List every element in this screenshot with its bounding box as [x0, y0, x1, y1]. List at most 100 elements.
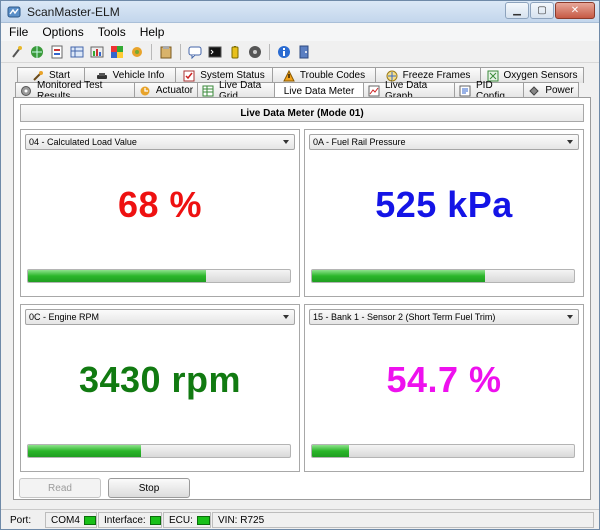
gear-icon	[21, 85, 31, 96]
disc-icon	[248, 45, 261, 58]
toolbar-terminal-button[interactable]	[205, 43, 224, 61]
meter-progress-bar	[27, 444, 291, 458]
toolbar-separator	[269, 43, 270, 60]
window-controls: ▁ ▢ ✕	[504, 2, 595, 19]
maximize-icon: ▢	[537, 5, 547, 16]
check-icon	[183, 70, 195, 81]
config-icon	[459, 85, 471, 96]
toolbar-disc-button[interactable]	[245, 43, 264, 61]
minimize-button[interactable]: ▁	[505, 2, 529, 19]
status-interface: Interface:	[98, 512, 162, 528]
info-icon	[277, 45, 290, 58]
graph-icon	[368, 85, 380, 96]
meter-load: 04 - Calculated Load Value 68 %	[20, 129, 300, 297]
pid-select-fuel-trim[interactable]: 15 - Bank 1 - Sensor 2 (Short Term Fuel …	[309, 309, 579, 325]
power-icon	[529, 85, 540, 96]
tab-live-data-graph[interactable]: Live Data Graph	[363, 80, 455, 102]
toolbar-open-button[interactable]	[47, 43, 66, 61]
tab-power[interactable]: Power	[523, 82, 579, 98]
live-data-meter-panel: Live Data Meter (Mode 01) 04 - Calculate…	[13, 97, 591, 500]
meter-engine-rpm: 0C - Engine RPM 3430 rpm	[20, 304, 300, 472]
meter-fuel-rail-pressure: 0A - Fuel Rail Pressure 525 kPa	[304, 129, 584, 297]
status-bar: Port: COM4 Interface: ECU: VIN: R725	[1, 509, 599, 529]
pid-select-load[interactable]: 04 - Calculated Load Value	[25, 134, 295, 150]
toolbar-connect-button[interactable]	[27, 43, 46, 61]
menu-options[interactable]: Options	[34, 23, 89, 41]
menu-bar: File Options Tools Help	[1, 23, 599, 41]
chevron-down-icon	[567, 140, 573, 144]
connect-icon	[30, 45, 43, 58]
pid-select-value: 0A - Fuel Rail Pressure	[313, 137, 406, 147]
toolbar-separator	[151, 43, 152, 60]
actuator-icon	[140, 86, 150, 95]
tab-live-data-grid[interactable]: Live Data Grid	[197, 80, 275, 102]
status-port-value: COM4	[51, 514, 80, 526]
toolbar-report-button[interactable]	[67, 43, 86, 61]
terminal-icon	[208, 46, 221, 57]
status-port: COM4	[45, 512, 97, 528]
toolbar-exit-button[interactable]	[294, 43, 313, 61]
menu-file[interactable]: File	[1, 23, 34, 41]
port-status-led-icon	[83, 515, 96, 525]
pid-select-value: 04 - Calculated Load Value	[29, 137, 137, 147]
meter-value: 68 %	[117, 184, 203, 225]
status-vin: VIN: R725	[212, 512, 594, 528]
exit-icon	[299, 45, 308, 58]
toolbar-new-button[interactable]	[7, 43, 26, 61]
paste-icon	[160, 45, 171, 58]
chat-icon	[188, 46, 201, 59]
meter-progress-fill	[28, 270, 207, 282]
status-port-label: Port:	[10, 514, 32, 526]
chevron-down-icon	[283, 315, 289, 319]
toolbar-battery-button[interactable]	[225, 43, 244, 61]
toolbar-info-button[interactable]	[274, 43, 293, 61]
meter-fuel-trim: 15 - Bank 1 - Sensor 2 (Short Term Fuel …	[304, 304, 584, 472]
menu-tools[interactable]: Tools	[90, 23, 132, 41]
tab-row-lower: Monitored Test Results Actuator Live Dat…	[15, 80, 579, 102]
meter-progress-bar	[311, 269, 575, 283]
tab-actuator[interactable]: Actuator	[134, 82, 198, 98]
pid-select-fuel-rail[interactable]: 0A - Fuel Rail Pressure	[309, 134, 579, 150]
tab-pid-config[interactable]: PID Config	[454, 80, 524, 102]
battery-icon	[231, 45, 238, 58]
pid-select-value: 0C - Engine RPM	[29, 312, 100, 322]
new-icon	[11, 45, 22, 58]
tab-trouble-codes[interactable]: Trouble Codes	[272, 67, 376, 83]
tab-monitored-test-results[interactable]: Monitored Test Results	[15, 80, 135, 102]
status-interface-label: Interface:	[104, 514, 146, 526]
read-button[interactable]: Read	[19, 478, 101, 498]
meter-value: 54.7 %	[386, 359, 502, 400]
close-icon: ✕	[570, 5, 580, 16]
meter-progress-bar	[27, 269, 291, 283]
meter-progress-fill	[28, 445, 141, 457]
status-vin-value: VIN: R725	[218, 514, 265, 526]
meter-progress-fill	[312, 445, 349, 457]
toolbar-chat-button[interactable]	[185, 43, 204, 61]
chevron-down-icon	[283, 140, 289, 144]
minimize-icon: ▁	[513, 5, 521, 16]
toolbar-paste-button[interactable]	[156, 43, 175, 61]
pid-select-engine-rpm[interactable]: 0C - Engine RPM	[25, 309, 295, 325]
meter-value: 3430 rpm	[78, 359, 242, 400]
toolbar-settings-button[interactable]	[127, 43, 146, 61]
tab-label: Trouble Codes	[299, 70, 366, 81]
title-bar[interactable]: ScanMaster-ELM ▁ ▢ ✕	[1, 1, 599, 23]
stop-button[interactable]: Stop	[108, 478, 190, 498]
window-title: ScanMaster-ELM	[27, 5, 120, 19]
maximize-button[interactable]: ▢	[530, 2, 554, 19]
toolbar	[1, 41, 599, 63]
pid-select-value: 15 - Bank 1 - Sensor 2 (Short Term Fuel …	[313, 312, 496, 322]
toolbar-separator	[180, 43, 181, 60]
menu-help[interactable]: Help	[132, 23, 171, 41]
tab-label: Actuator	[155, 85, 194, 96]
toolbar-print-button[interactable]	[87, 43, 106, 61]
status-ecu: ECU:	[163, 512, 211, 528]
open-icon	[51, 45, 62, 58]
tab-label: Live Data Meter	[283, 85, 355, 97]
chevron-down-icon	[567, 315, 573, 319]
toolbar-chart-button[interactable]	[107, 43, 126, 61]
interface-status-led-icon	[149, 515, 161, 525]
app-window: ScanMaster-ELM ▁ ▢ ✕ File Options Tools …	[0, 0, 600, 530]
meter-panel-title: Live Data Meter (Mode 01)	[20, 104, 584, 122]
close-button[interactable]: ✕	[555, 2, 595, 19]
